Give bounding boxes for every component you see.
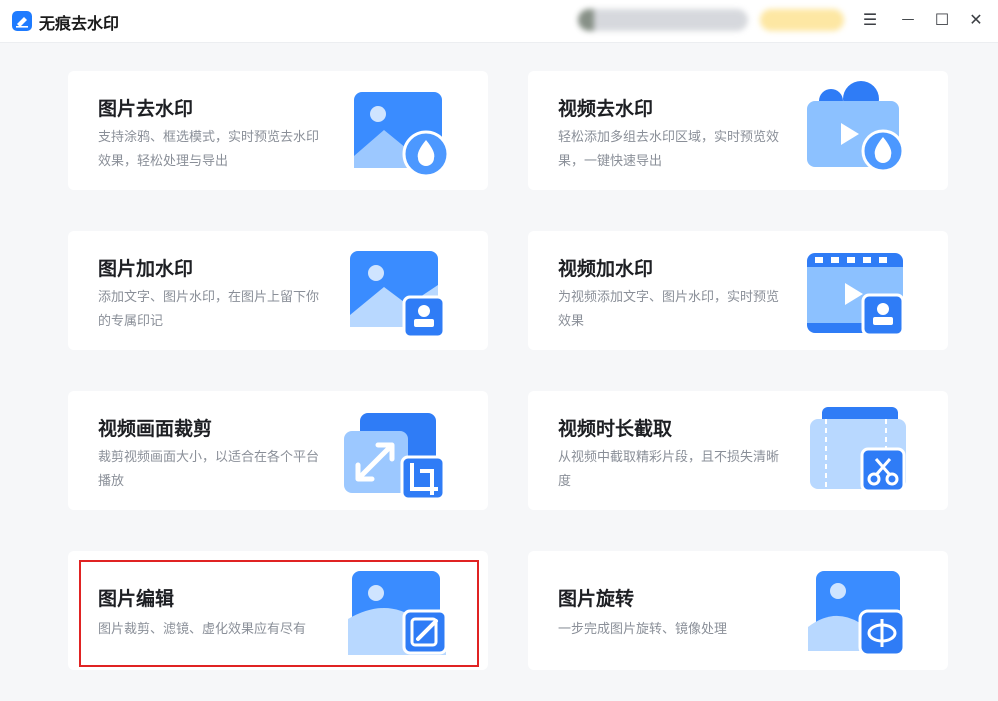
card-title: 视频时长截取 [558,418,673,440]
card-title: 视频加水印 [558,258,654,280]
image-drop-icon [346,86,456,186]
user-account[interactable] [578,9,748,31]
image-edit-icon [346,567,456,667]
card-image-remove-watermark[interactable]: 图片去水印 支持涂鸦、框选模式，实时预览去水印效果，轻松处理与导出 [68,71,488,190]
card-title: 图片去水印 [98,98,194,120]
minimize-icon[interactable]: — [897,9,919,31]
video-cut-icon [804,401,914,501]
card-image-add-watermark[interactable]: 图片加水印 添加文字、图片水印，在图片上留下你的专属印记 [68,231,488,350]
card-image-edit[interactable]: 图片编辑 图片裁剪、滤镜、虚化效果应有尽有 [68,551,488,670]
title-bar: 无痕去水印 ☰ — ☐ ✕ [0,0,998,43]
card-desc: 轻松添加多组去水印区域，实时预览效果，一键快速导出 [558,130,780,169]
card-video-crop[interactable]: 视频画面裁剪 裁剪视频画面大小，以适合在各个平台播放 [68,391,488,510]
card-title: 图片加水印 [98,258,194,280]
video-crop-icon [340,405,450,505]
card-desc: 为视频添加文字、图片水印，实时预览效果 [558,290,780,329]
image-rotate-icon [804,567,914,667]
maximize-icon[interactable]: ☐ [931,9,953,31]
card-title: 视频去水印 [558,98,654,120]
menu-icon[interactable]: ☰ [859,9,881,31]
video-drop-icon [803,79,913,179]
card-desc: 支持涂鸦、框选模式，实时预览去水印效果，轻松处理与导出 [98,130,320,169]
card-desc: 图片裁剪、滤镜、虚化效果应有尽有 [98,622,307,637]
close-icon[interactable]: ✕ [965,9,987,31]
card-video-add-watermark[interactable]: 视频加水印 为视频添加文字、图片水印，实时预览效果 [528,231,948,350]
card-desc: 添加文字、图片水印，在图片上留下你的专属印记 [98,290,320,329]
card-desc: 裁剪视频画面大小，以适合在各个平台播放 [98,450,320,489]
card-desc: 一步完成图片旋转、镜像处理 [558,622,728,637]
card-video-trim[interactable]: 视频时长截取 从视频中截取精彩片段，且不损失清晰度 [528,391,948,510]
card-title: 视频画面裁剪 [98,418,213,440]
app-title: 无痕去水印 [39,14,120,33]
vip-button[interactable] [760,9,844,31]
card-image-rotate[interactable]: 图片旋转 一步完成图片旋转、镜像处理 [528,551,948,670]
card-video-remove-watermark[interactable]: 视频去水印 轻松添加多组去水印区域，实时预览效果，一键快速导出 [528,71,948,190]
video-stamp-icon [803,243,913,343]
image-stamp-icon [346,243,456,343]
card-title: 图片编辑 [98,588,175,610]
card-title: 图片旋转 [558,588,635,610]
app-logo-icon [12,11,32,31]
card-desc: 从视频中截取精彩片段，且不损失清晰度 [558,450,780,489]
